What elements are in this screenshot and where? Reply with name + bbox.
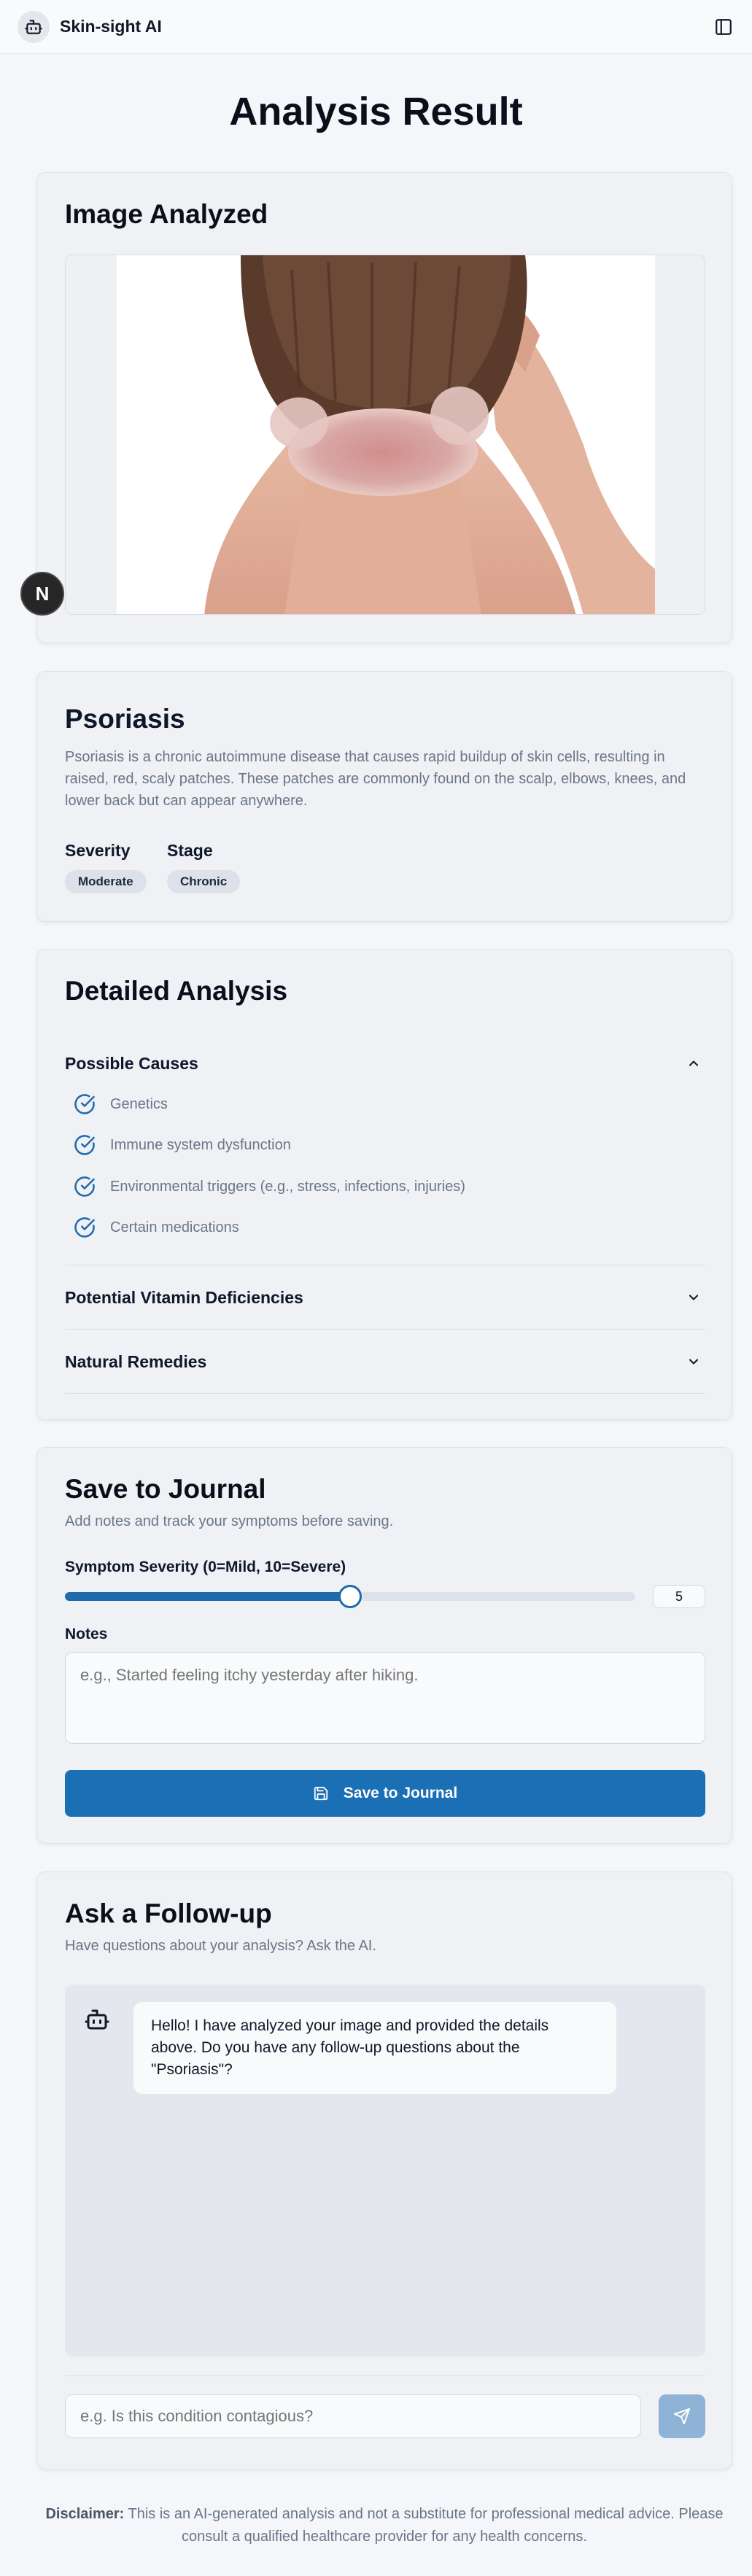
bot-message: Hello! I have analyzed your image and pr… xyxy=(133,2002,616,2094)
accordion-natural-remedies[interactable]: Natural Remedies xyxy=(65,1330,705,1394)
chat-subtitle: Have questions about your analysis? Ask … xyxy=(65,1938,376,1954)
slider-fill xyxy=(65,1592,350,1601)
check-circle-icon xyxy=(74,1176,95,1197)
accordion-vitamin-deficiencies[interactable]: Potential Vitamin Deficiencies xyxy=(65,1265,705,1330)
severity-badge: Moderate xyxy=(65,870,147,893)
save-button-label: Save to Journal xyxy=(343,1785,458,1801)
disclaimer-text: This is an AI-generated analysis and not… xyxy=(128,2506,724,2545)
accordion-possible-causes[interactable]: Possible Causes xyxy=(65,1031,705,1095)
bot-icon xyxy=(18,10,50,43)
stage-label: Stage xyxy=(167,841,213,860)
analysis-title: Detailed Analysis xyxy=(65,976,288,1006)
chevron-down-icon xyxy=(689,1359,699,1365)
app-name: Skin-sight AI xyxy=(60,17,162,36)
cause-text: Environmental triggers (e.g., stress, in… xyxy=(110,1178,465,1195)
journal-title: Save to Journal xyxy=(65,1474,266,1504)
list-item: Environmental triggers (e.g., stress, in… xyxy=(74,1174,465,1199)
stage-badge: Chronic xyxy=(167,870,241,893)
accordion-label: Possible Causes xyxy=(65,1053,198,1073)
accordion-label: Natural Remedies xyxy=(65,1351,207,1371)
chat-input[interactable] xyxy=(65,2394,641,2438)
follow-up-card: Ask a Follow-up Have questions about you… xyxy=(36,1871,732,2470)
chat-title: Ask a Follow-up xyxy=(65,1898,272,1928)
image-card-title: Image Analyzed xyxy=(65,199,268,229)
bot-icon xyxy=(85,2009,109,2030)
condition-description: Psoriasis is a chronic autoimmune diseas… xyxy=(65,749,686,809)
cause-text: Genetics xyxy=(110,1095,168,1112)
send-button[interactable] xyxy=(659,2394,705,2438)
image-analyzed-card: Image Analyzed xyxy=(36,172,732,643)
check-circle-icon xyxy=(74,1217,95,1238)
divider xyxy=(65,2375,705,2376)
chevron-down-icon xyxy=(689,1295,699,1300)
cause-text: Certain medications xyxy=(110,1219,239,1235)
divider xyxy=(65,1393,705,1394)
sidebar-toggle-icon[interactable] xyxy=(714,18,733,36)
severity-value: 5 xyxy=(653,1585,705,1608)
list-item: Immune system dysfunction xyxy=(74,1133,291,1157)
image-frame xyxy=(65,255,705,615)
send-icon xyxy=(674,2408,690,2424)
severity-label: Severity xyxy=(65,841,131,860)
symptom-severity-slider[interactable] xyxy=(65,1585,635,1608)
chat-messages[interactable]: Hello! I have analyzed your image and pr… xyxy=(65,1985,705,2356)
check-circle-icon xyxy=(74,1094,95,1114)
top-bar: Skin-sight AI xyxy=(0,0,752,54)
analyzed-skin-image xyxy=(117,255,655,614)
cause-text: Immune system dysfunction xyxy=(110,1136,291,1153)
disclaimer-label: Disclaimer: xyxy=(45,2506,125,2522)
condition-card: Psoriasis Psoriasis is a chronic autoimm… xyxy=(36,671,732,922)
accordion-label: Potential Vitamin Deficiencies xyxy=(65,1287,303,1307)
detailed-analysis-card: Detailed Analysis Possible Causes Geneti… xyxy=(36,949,732,1420)
condition-name: Psoriasis xyxy=(65,704,185,734)
dev-badge[interactable]: N xyxy=(20,572,64,616)
save-to-journal-button[interactable]: Save to Journal xyxy=(65,1770,705,1817)
notes-field[interactable] xyxy=(65,1652,705,1744)
list-item: Genetics xyxy=(74,1092,168,1117)
chevron-up-icon xyxy=(689,1060,699,1066)
save-to-journal-card: Save to Journal Add notes and track your… xyxy=(36,1447,732,1844)
slider-thumb[interactable] xyxy=(338,1585,362,1608)
notes-label: Notes xyxy=(65,1626,108,1642)
journal-subtitle: Add notes and track your symptoms before… xyxy=(65,1513,394,1529)
symptom-severity-label: Symptom Severity (0=Mild, 10=Severe) xyxy=(65,1559,346,1575)
disclaimer: Disclaimer: This is an AI-generated anal… xyxy=(36,2503,732,2548)
list-item: Certain medications xyxy=(74,1215,239,1240)
save-icon xyxy=(314,1786,327,1801)
check-circle-icon xyxy=(74,1135,95,1155)
page-title: Analysis Result xyxy=(229,90,523,133)
